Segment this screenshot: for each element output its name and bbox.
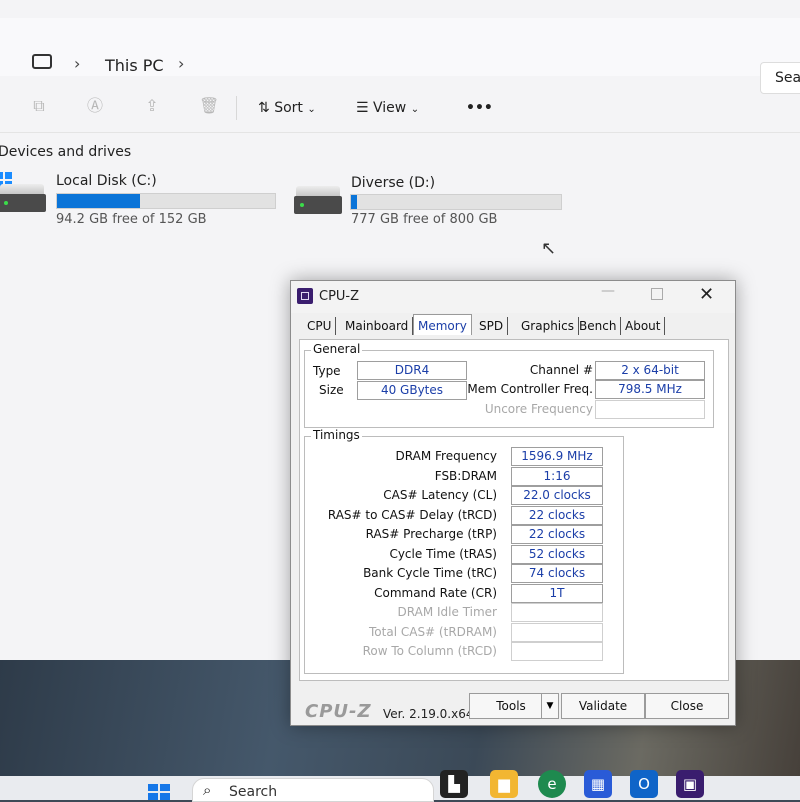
timing-label: Bank Cycle Time (tRC) bbox=[363, 566, 497, 580]
timing-label: Cycle Time (tRAS) bbox=[389, 546, 497, 561]
delete-icon[interactable]: 🗑 bbox=[199, 96, 219, 116]
mem-controller-freq-label: Mem Controller Freq. bbox=[467, 382, 593, 396]
search-placeholder: Sea bbox=[775, 70, 800, 86]
share-icon[interactable]: ⇪ bbox=[143, 96, 161, 116]
view-button[interactable]: ☰ View ⌄ bbox=[356, 100, 419, 116]
timing-value: 22 clocks bbox=[511, 525, 603, 544]
toolbar-divider bbox=[236, 96, 237, 120]
timing-value: 74 clocks bbox=[511, 564, 603, 583]
tab-graphics[interactable]: Graphics bbox=[517, 317, 579, 335]
view-label: View bbox=[373, 100, 407, 116]
hard-drive-icon bbox=[0, 184, 46, 212]
section-title: Devices and drives bbox=[0, 144, 132, 160]
uncore-frequency-label: Uncore Frequency bbox=[484, 402, 593, 416]
timing-label: FSB:DRAM bbox=[434, 468, 497, 483]
timing-label: Row To Column (tRCD) bbox=[362, 644, 497, 658]
timing-value bbox=[511, 642, 603, 661]
chevron-down-icon[interactable]: ▼ bbox=[541, 693, 559, 719]
tab-spd[interactable]: SPD bbox=[475, 317, 509, 335]
timing-value: 1596.9 MHz bbox=[511, 447, 603, 466]
drive-usage-bar bbox=[56, 193, 276, 209]
edge-icon[interactable]: e bbox=[538, 770, 566, 798]
sort-label: Sort bbox=[274, 100, 303, 116]
timings-group: Timings DRAM Frequency 1596.9 MHz FSB:DRAM… bbox=[304, 428, 624, 674]
this-pc-icon[interactable] bbox=[32, 54, 52, 69]
channel-label: Channel # bbox=[529, 363, 593, 377]
size-label: Size bbox=[319, 383, 344, 397]
type-label: Type bbox=[313, 364, 341, 378]
timing-value: 1:16 bbox=[511, 466, 603, 486]
tab-memory[interactable]: Memory bbox=[413, 314, 472, 335]
cpuz-window: CPU-Z — ✕ CPU Mainboard Memory SPD Graph… bbox=[290, 280, 736, 726]
drive-free-space: 94.2 GB free of 152 GB bbox=[56, 212, 207, 227]
taskbar-search-label: Search bbox=[229, 784, 278, 800]
timing-label: DRAM Frequency bbox=[395, 449, 497, 463]
timings-title: Timings bbox=[311, 428, 362, 442]
outlook-icon[interactable]: O bbox=[630, 770, 658, 798]
address-bar: › This PC › Sea bbox=[0, 18, 800, 94]
mem-controller-freq-value: 798.5 MHz bbox=[595, 380, 705, 399]
file-explorer-icon[interactable]: ▆ bbox=[490, 770, 518, 798]
view-icon: ☰ bbox=[356, 100, 369, 116]
version-label: Ver. 2.19.0.x64 bbox=[383, 707, 474, 721]
timing-value: 22 clocks bbox=[511, 505, 603, 525]
cpuz-app-icon bbox=[297, 288, 313, 304]
drive-name: Diverse (D:) bbox=[351, 175, 436, 191]
size-value: 40 GBytes bbox=[357, 381, 467, 400]
close-button[interactable]: Close bbox=[645, 693, 729, 719]
sort-button[interactable]: ⇅ Sort ⌄ bbox=[258, 100, 316, 116]
cpuz-titlebar[interactable]: CPU-Z — ✕ bbox=[291, 281, 735, 313]
channel-value: 2 x 64-bit bbox=[595, 361, 705, 380]
timing-label: Total CAS# (tRDRAM) bbox=[369, 624, 497, 639]
chevron-down-icon: ⌄ bbox=[410, 104, 420, 115]
timing-value bbox=[511, 603, 603, 622]
chevron-right-icon: › bbox=[74, 54, 81, 73]
chevron-down-icon: ⌄ bbox=[307, 104, 316, 115]
rename-icon[interactable]: Ⓐ bbox=[86, 96, 104, 116]
sort-icon: ⇅ bbox=[258, 100, 270, 116]
tab-about[interactable]: About bbox=[621, 317, 666, 335]
timing-label: CAS# Latency (CL) bbox=[383, 488, 497, 502]
tab-bench[interactable]: Bench bbox=[575, 317, 622, 335]
timing-label: DRAM Idle Timer bbox=[397, 605, 497, 619]
maximize-icon[interactable] bbox=[651, 288, 663, 300]
timing-label: RAS# Precharge (tRP) bbox=[365, 527, 497, 541]
timing-value: 22.0 clocks bbox=[511, 486, 603, 505]
uncore-frequency-value bbox=[595, 400, 705, 419]
drive-free-space: 777 GB free of 800 GB bbox=[351, 212, 498, 227]
drive-usage-bar bbox=[350, 194, 562, 210]
window-title: CPU-Z bbox=[319, 289, 360, 304]
cpuz-footer: CPU-Z Ver. 2.19.0.x64 Tools ▼ Validate C… bbox=[291, 681, 735, 725]
more-options-button[interactable]: ••• bbox=[466, 100, 493, 116]
general-group: General Type DDR4 Size 40 GBytes Channel… bbox=[304, 342, 714, 428]
start-button[interactable] bbox=[148, 784, 170, 800]
timing-label: Command Rate (CR) bbox=[374, 585, 497, 600]
drive-usage-fill bbox=[351, 195, 358, 209]
memory-panel: General Type DDR4 Size 40 GBytes Channel… bbox=[299, 339, 729, 681]
chevron-right-icon[interactable]: › bbox=[178, 54, 184, 73]
search-icon: ⌕ bbox=[203, 781, 212, 799]
timing-value: 1T bbox=[511, 583, 603, 603]
tab-cpu[interactable]: CPU bbox=[303, 317, 337, 335]
general-title: General bbox=[311, 342, 363, 356]
drive-usage-fill bbox=[57, 194, 140, 208]
validate-button[interactable]: Validate bbox=[561, 693, 645, 719]
timing-value: 52 clocks bbox=[511, 544, 603, 564]
minimize-icon[interactable]: — bbox=[601, 283, 615, 299]
hard-drive-icon bbox=[294, 186, 342, 214]
task-view-icon[interactable]: ▙ bbox=[440, 770, 468, 798]
copy-icon[interactable]: ⧉ bbox=[30, 96, 48, 116]
tab-mainboard[interactable]: Mainboard bbox=[341, 317, 414, 335]
breadcrumb-this-pc[interactable]: This PC bbox=[105, 56, 164, 75]
timing-value bbox=[511, 622, 603, 642]
timing-label: RAS# to CAS# Delay (tRCD) bbox=[327, 507, 497, 522]
taskbar-search[interactable]: ⌕ Search bbox=[192, 778, 434, 802]
cpuz-taskbar-icon[interactable]: ▣ bbox=[676, 770, 704, 798]
close-icon[interactable]: ✕ bbox=[699, 284, 714, 305]
type-value: DDR4 bbox=[357, 361, 467, 380]
drive-name: Local Disk (C:) bbox=[56, 173, 157, 189]
cpuz-brand-logo: CPU-Z bbox=[305, 701, 372, 722]
store-icon[interactable]: ▦ bbox=[584, 770, 612, 798]
